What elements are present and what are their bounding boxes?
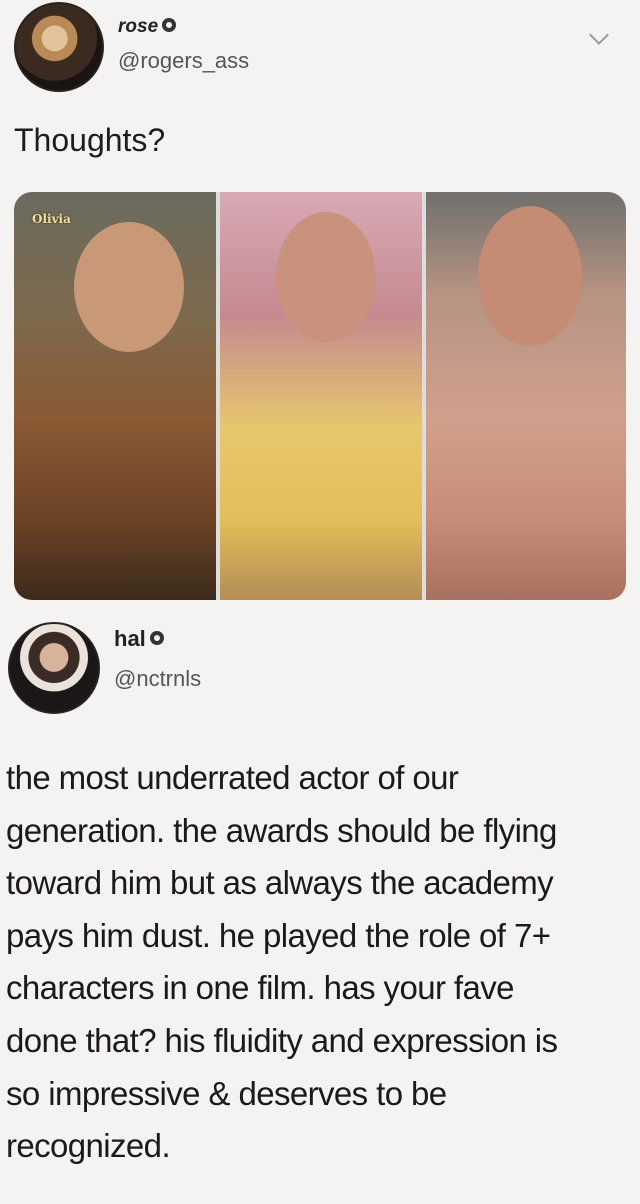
face: [478, 206, 582, 346]
chevron-down-icon[interactable]: [589, 25, 609, 45]
tweet-header-rose: rose @rogers_ass: [0, 0, 640, 100]
user-name-text: rose: [118, 16, 159, 37]
tweet-text-line: generation. the awards should be flying: [6, 811, 557, 849]
avatar[interactable]: [8, 622, 100, 714]
user-name[interactable]: hal: [114, 626, 164, 652]
avatar[interactable]: [14, 2, 104, 92]
media-image-2[interactable]: [220, 192, 422, 600]
media-image-3[interactable]: [426, 192, 626, 600]
tweet-text-line: the most underrated actor of our: [6, 759, 459, 796]
tweet-text-line: characters in one film. has your fave: [6, 969, 514, 1007]
face: [74, 222, 184, 352]
tweet-text: Thoughts?: [14, 122, 166, 158]
media-image-1[interactable]: Olivia: [14, 192, 216, 600]
tweet-text-line: pays him dust. he played the role of 7+: [6, 916, 551, 954]
tweet-text: the most underrated actor of our generat…: [6, 752, 636, 1173]
user-name-text: hal: [114, 626, 146, 651]
tweet-text-line: done that? his fluidity and expression i…: [6, 1021, 558, 1059]
tweet-text-line: toward him but as always the academy: [6, 864, 554, 902]
user-name[interactable]: rose: [118, 16, 177, 38]
user-handle[interactable]: @rogers_ass: [118, 48, 249, 74]
verified-icon: [149, 631, 164, 646]
face: [276, 212, 376, 342]
verified-icon: [162, 17, 177, 32]
tweet-text-line: so impressive & deserves to be: [6, 1074, 447, 1112]
tweet-text-line: recognized.: [6, 1127, 171, 1165]
user-handle[interactable]: @nctrnls: [114, 666, 201, 692]
tweet-media[interactable]: Olivia: [14, 192, 626, 600]
watermark: Olivia: [32, 212, 71, 226]
